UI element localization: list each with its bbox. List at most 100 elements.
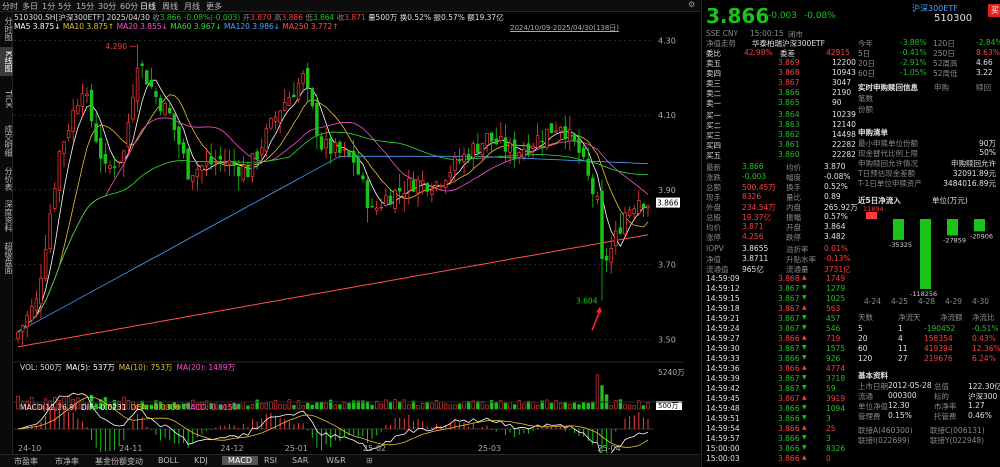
fund-link-b-1[interactable]: 联接Y(022948) [930,435,984,446]
iopv-value-a-2: 965亿 [742,265,764,274]
left-tab-1[interactable]: K线图 [0,47,13,76]
candle-body [108,165,112,169]
tick-price-18: 3.866 [778,454,800,463]
indicator-tab-1[interactable]: 市净率 [55,456,79,467]
indicator-tab-5[interactable]: MACD [222,456,258,465]
candle-body [200,165,204,171]
candle-body [117,161,121,163]
volume-bar [416,405,420,410]
indicator-tab-7[interactable]: SAR [292,456,308,465]
candle-body [195,168,200,178]
volume-bar [508,401,512,410]
candle-body [292,94,296,98]
buy-button[interactable]: 买 [988,4,1000,17]
period-tab-3[interactable]: 5分 [58,1,71,12]
indicator-tab-8[interactable]: W&R [326,456,346,465]
left-tab-4[interactable]: 分价表 [0,164,13,193]
x-tick-2: 24-12 [220,444,243,453]
indicator-tab-4[interactable]: KDJ [194,456,208,465]
basic-label-b-3: 托管费 [934,412,957,421]
candle-body [246,165,250,178]
basic-value-b-3: 0.46% [968,411,992,420]
ma120-label: MA120 3.986↓ [223,22,281,31]
tick-time-13: 14:59:48 [706,404,740,413]
bid-label-4: 买五 [706,151,721,160]
candle-body [586,158,590,176]
candle-body [282,102,287,111]
tick-time-8: 14:59:33 [706,354,740,363]
volume-tick-top: 5240万 [658,368,685,377]
period-tab-10[interactable]: 更多 [206,1,222,12]
candle-body [402,193,406,198]
period-tab-2[interactable]: 1分 [42,1,55,12]
kline-chart[interactable]: 4.30 4.10 3.90 3.70 3.50 4.290 3.604 3.866 VOL: … [14,33,700,453]
left-tab-0[interactable]: 分时图 [0,14,13,43]
ma60-label: MA60 3.967↓ [170,22,222,31]
tick-volume-11: 59 [826,384,836,393]
candle-body [273,116,278,122]
flow-table-head-0: 天数 [858,313,873,322]
basic-value-a-0: 2012-05-28 [888,381,932,390]
candle-body [191,175,195,182]
period-tab-1[interactable]: 多日 [22,1,38,12]
fund-link-a-1[interactable]: 联接I(022699) [858,435,910,446]
tick-volume-10: 3718 [826,374,846,383]
indicator-tab-3[interactable]: BOLL [158,456,179,465]
tick-price-6: 3.866 [778,334,800,343]
candle-body [48,213,52,250]
stat-value-a-3: 8326 [742,192,762,201]
volume-bar [425,401,429,410]
tick-volume-15: 25 [826,424,836,433]
indicator-tab-6[interactable]: RSI [264,456,277,465]
tick-dir-1: ▼ [802,284,807,291]
inflow-bar-4 [974,219,985,232]
candle-body [126,121,131,148]
high-value: 3.886 [281,13,303,22]
volume-bar [324,402,328,410]
period-tab-8[interactable]: 周线 [162,1,178,12]
left-tab-3[interactable]: 成交明细 [0,122,13,160]
candle-body [223,162,227,165]
indicator-tab-2[interactable]: 基金份额变动 [95,456,143,467]
indicator-tab-0[interactable]: 市盈率 [14,456,38,467]
volume-bar [278,404,282,410]
period-tab-4[interactable]: 15分 [76,1,94,12]
volume-bar [503,402,508,410]
macd-legend-dea: DEA: -0.0306 [131,403,181,412]
volume-bar [306,402,310,410]
left-tab-2[interactable]: TICK [0,80,13,118]
left-tab-5[interactable]: 深度资料 [0,197,13,235]
perf-value-b-3: 3.22 [976,68,993,77]
last-price-tag-text: 3.866 [657,199,679,208]
candle-body [227,160,232,165]
volume-legend-ma10: MA(10): 753万 [119,363,173,372]
period-tab-7[interactable]: 日线 [140,1,156,12]
indicator-tabs: 市盈率 市净率 基金份额变动 BOLL KDJ MACD RSI SAR W&R ⊞ [0,454,700,467]
low-label: 低 [305,13,313,22]
candle-body [264,128,269,152]
period-tab-9[interactable]: 月线 [184,1,200,12]
left-tab-6[interactable]: 超级盘面 [0,239,13,277]
perf-label-a-3: 60日 [858,69,876,78]
add-indicator-icon[interactable]: ⊞ [366,456,373,465]
candle-body [342,149,347,151]
period-tab-0[interactable]: 分时 [2,1,18,12]
volume-bar [545,399,549,410]
period-tab-6[interactable]: 60分 [120,1,138,12]
tick-price-10: 3.867 [778,374,800,383]
bid-price-4: 3.860 [778,150,800,159]
candle-body [591,177,595,195]
candle-body [448,172,452,178]
volume-bar [457,403,462,410]
candle-body [577,138,581,153]
candle-body [609,248,613,263]
volume-bar [342,402,347,410]
list-label-4: T-1日单位申赎资产 [858,179,922,188]
period-tab-5[interactable]: 30分 [98,1,116,12]
tick-dir-3: ▲ [802,304,807,311]
candle-body [296,82,301,100]
stat-value-a-1: -0.003 [742,172,767,181]
basic-label-a-3: 管理费 [858,412,881,421]
settings-icon[interactable]: ⚙ [688,0,695,9]
candle-body [425,183,429,192]
